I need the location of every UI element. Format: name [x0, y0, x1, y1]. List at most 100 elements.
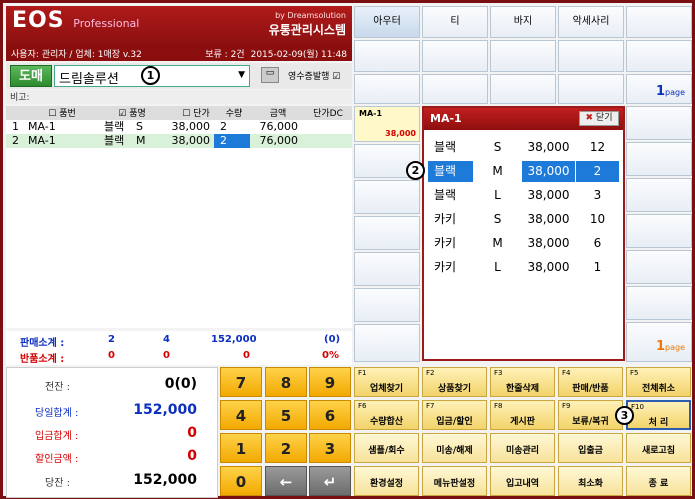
- category-empty[interactable]: [558, 74, 624, 104]
- category-empty[interactable]: [626, 6, 692, 38]
- product-tile[interactable]: [626, 178, 692, 212]
- fkey-f4[interactable]: F4 판매/반품: [558, 367, 623, 397]
- mode-button[interactable]: 도매: [10, 65, 52, 87]
- product-tile-ma1[interactable]: MA-1 38,000: [354, 106, 420, 142]
- option-row[interactable]: 블랙 L 38,000 3: [428, 185, 623, 206]
- key-8[interactable]: 8: [265, 367, 307, 397]
- fkey-f10[interactable]: F10 처 리: [626, 400, 691, 430]
- product-tile[interactable]: [626, 286, 692, 320]
- fkey-btn-12[interactable]: 미송관리: [490, 433, 555, 463]
- category-empty[interactable]: [354, 40, 420, 72]
- fkey-label: 미송관리: [505, 446, 540, 456]
- subtotals: 판매소계 : 2 4 152,000 (0) 반품소계 : 0 0 0 0%: [6, 331, 352, 365]
- product-page-indicator[interactable]: 1page: [626, 322, 692, 362]
- close-button[interactable]: ✖ 닫기: [579, 111, 619, 126]
- product-tile[interactable]: [354, 252, 420, 286]
- option-cell: 3: [576, 185, 620, 206]
- fkey-number: F3: [494, 369, 503, 377]
- option-row[interactable]: 카키 S 38,000 10: [428, 209, 623, 230]
- option-row[interactable]: 카키 M 38,000 6: [428, 233, 623, 254]
- col-item-name[interactable]: ☑ 품명: [88, 106, 176, 120]
- option-row[interactable]: 블랙 M 38,000 2: [428, 161, 623, 182]
- table-header: ☐ 품번 ☑ 품명 ☐ 단가 수량 금액 단가DC: [6, 106, 352, 120]
- product-tile[interactable]: [354, 324, 420, 362]
- col-price[interactable]: ☐ 단가: [176, 106, 216, 120]
- fkey-btn-16[interactable]: 메뉴판설정: [422, 466, 487, 496]
- qty-cell-editing[interactable]: 2: [214, 134, 250, 148]
- key-3[interactable]: 3: [309, 433, 351, 463]
- table-row[interactable]: 2 MA-1 블랙 M 38,000 2 76,000: [6, 134, 352, 148]
- fkey-btn-14[interactable]: 새로고침: [626, 433, 691, 463]
- prev-balance: 0(0): [164, 376, 197, 392]
- col-dc: 단가DC: [313, 109, 343, 119]
- discount-amount: 0: [187, 448, 197, 464]
- fkey-btn-18[interactable]: 최소화: [558, 466, 623, 496]
- category-empty[interactable]: [626, 40, 692, 72]
- product-tile[interactable]: [626, 106, 692, 140]
- today-total: 152,000: [133, 402, 197, 418]
- option-row[interactable]: 카키 L 38,000 1: [428, 257, 623, 278]
- category-page-indicator[interactable]: 1page: [626, 74, 692, 104]
- option-row[interactable]: 블랙 S 38,000 12: [428, 137, 623, 158]
- product-tile[interactable]: [354, 180, 420, 214]
- key-6[interactable]: 6: [309, 400, 351, 430]
- fkey-btn-11[interactable]: 미송/해제: [422, 433, 487, 463]
- fkey-label: 게시판: [510, 417, 535, 427]
- option-cell: 1: [576, 257, 620, 278]
- category-tee[interactable]: 티: [422, 6, 488, 38]
- sales-subtotal-label: 판매소계 :: [20, 338, 65, 349]
- hold-count[interactable]: 보류 : 2건: [205, 50, 244, 60]
- category-empty[interactable]: [490, 40, 556, 72]
- key-7[interactable]: 7: [220, 367, 262, 397]
- enter-icon[interactable]: ↵: [309, 466, 351, 496]
- memo-label[interactable]: 비고:: [6, 90, 352, 104]
- option-cell: 카키: [428, 257, 474, 278]
- option-cell: L: [474, 185, 522, 206]
- product-tile[interactable]: [626, 214, 692, 248]
- option-cell: 38,000: [522, 257, 576, 278]
- key-5[interactable]: 5: [265, 400, 307, 430]
- monitor-icon[interactable]: ▭: [261, 67, 279, 83]
- fkey-number: F9: [562, 402, 571, 410]
- product-tile[interactable]: [354, 216, 420, 250]
- category-empty[interactable]: [558, 40, 624, 72]
- product-tile[interactable]: [354, 288, 420, 322]
- fkey-btn-19[interactable]: 종 료: [626, 466, 691, 496]
- table-row[interactable]: 1 MA-1 블랙 S 38,000 2 76,000: [6, 120, 352, 134]
- fkey-f5[interactable]: F5 전체취소: [626, 367, 691, 397]
- marker-3: 3: [615, 406, 634, 425]
- fkey-btn-15[interactable]: 환경설정: [354, 466, 419, 496]
- fkey-btn-13[interactable]: 입출금: [558, 433, 623, 463]
- fkey-f8[interactable]: F8 게시판: [490, 400, 555, 430]
- marker-2: 2: [406, 161, 425, 180]
- product-tile[interactable]: [626, 250, 692, 284]
- category-empty[interactable]: [354, 74, 420, 104]
- product-tile[interactable]: [626, 142, 692, 176]
- logo: EOS Professional: [12, 8, 140, 33]
- fkey-btn-17[interactable]: 입고내역: [490, 466, 555, 496]
- category-pants[interactable]: 바지: [490, 6, 556, 38]
- category-empty[interactable]: [422, 74, 488, 104]
- fkey-label: 메뉴판설정: [433, 479, 476, 489]
- fkey-btn-10[interactable]: 샘플/회수: [354, 433, 419, 463]
- key-9[interactable]: 9: [309, 367, 351, 397]
- fkey-f3[interactable]: F3 한줄삭제: [490, 367, 555, 397]
- receipt-toggle[interactable]: 영수증발행 ☑: [288, 69, 340, 82]
- fkey-f1[interactable]: F1 업체찾기: [354, 367, 419, 397]
- fkey-f9[interactable]: F9 보류/복귀: [558, 400, 623, 430]
- backspace-icon[interactable]: ←: [265, 466, 307, 496]
- fkey-label: 상품찾기: [437, 384, 472, 394]
- category-empty[interactable]: [490, 74, 556, 104]
- key-4[interactable]: 4: [220, 400, 262, 430]
- key-0[interactable]: 0: [220, 466, 262, 496]
- fkey-f2[interactable]: F2 상품찾기: [422, 367, 487, 397]
- category-outer[interactable]: 아우터: [354, 6, 420, 38]
- col-item-no[interactable]: ☐ 품번: [36, 106, 88, 120]
- category-accessory[interactable]: 악세사리: [558, 6, 624, 38]
- option-cell: 블랙: [428, 161, 474, 182]
- key-2[interactable]: 2: [265, 433, 307, 463]
- category-empty[interactable]: [422, 40, 488, 72]
- key-1[interactable]: 1: [220, 433, 262, 463]
- fkey-f6[interactable]: F6 수량합산: [354, 400, 419, 430]
- fkey-f7[interactable]: F7 입금/할인: [422, 400, 487, 430]
